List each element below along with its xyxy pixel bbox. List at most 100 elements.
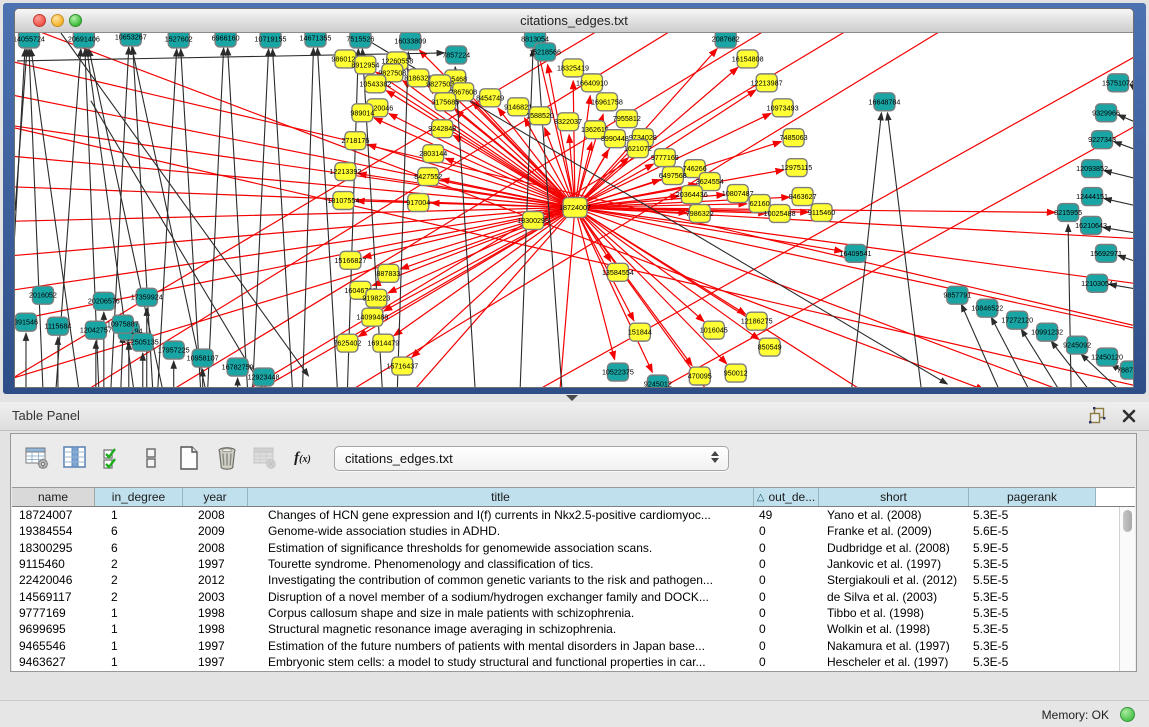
table-selector-dropdown[interactable]: citations_edges.txt: [334, 446, 729, 471]
cell-short[interactable]: de Silva et al. (2003): [819, 589, 969, 605]
cell-year[interactable]: 2008: [183, 540, 248, 556]
graph-node[interactable]: 917004: [406, 194, 430, 212]
cell-year[interactable]: 1997: [183, 638, 248, 654]
cell-name[interactable]: 18300295: [12, 540, 95, 556]
graph-node[interactable]: 2087682: [712, 33, 740, 48]
cell-name[interactable]: 9463627: [12, 654, 95, 670]
cell-out_de[interactable]: 0: [754, 540, 819, 556]
graph-node[interactable]: 1621072: [624, 140, 652, 158]
cell-pagerank[interactable]: 5.3E-5: [969, 654, 1096, 670]
graph-node[interactable]: 14099489: [356, 308, 388, 326]
cell-title[interactable]: Investigating the contribution of common…: [248, 572, 754, 588]
cell-in_degree[interactable]: 1: [95, 621, 183, 637]
cell-name[interactable]: 19384554: [12, 523, 95, 539]
cell-out_de[interactable]: 0: [754, 621, 819, 637]
table-columns-icon[interactable]: [61, 445, 88, 472]
cell-title[interactable]: Structural magnetic resonance image aver…: [248, 621, 754, 637]
graph-node[interactable]: 9463627: [789, 188, 817, 206]
graph-node[interactable]: 20691406: [68, 33, 100, 48]
graph-node[interactable]: 8912954: [351, 56, 379, 74]
graph-node[interactable]: 8322037: [554, 113, 582, 131]
graph-node[interactable]: 16914479: [367, 334, 399, 352]
cell-year[interactable]: 1997: [183, 556, 248, 572]
graph-node[interactable]: 12186275: [741, 312, 773, 330]
cell-year[interactable]: 2008: [183, 507, 248, 523]
table-row[interactable]: 946362711997Embryonic stem cells: a mode…: [12, 654, 1119, 670]
graph-node[interactable]: 2016052: [29, 286, 57, 304]
graph-node[interactable]: 15166827: [334, 251, 366, 269]
graph-node[interactable]: 9329966: [1092, 104, 1120, 122]
graph-node[interactable]: 8454749: [476, 89, 504, 107]
cell-year[interactable]: 1997: [183, 654, 248, 670]
graph-node[interactable]: 7625402: [333, 334, 361, 352]
cell-in_degree[interactable]: 1: [95, 507, 183, 523]
graph-node[interactable]: 7887223: [1117, 361, 1133, 379]
cell-name[interactable]: 14569117: [12, 589, 95, 605]
table-row[interactable]: 1938455462009Genome-wide association stu…: [12, 523, 1119, 539]
graph-node[interactable]: 16961758: [591, 93, 623, 111]
graph-node[interactable]: 15692971: [1090, 244, 1122, 262]
cell-out_de[interactable]: 0: [754, 556, 819, 572]
graph-node[interactable]: 7986322: [686, 205, 714, 223]
table-row[interactable]: 1872400712008Changes of HCN gene express…: [12, 507, 1119, 523]
cell-name[interactable]: 9465546: [12, 638, 95, 654]
cell-pagerank[interactable]: 5.9E-5: [969, 540, 1096, 556]
network-window-titlebar[interactable]: citations_edges.txt: [15, 9, 1133, 33]
table-row[interactable]: 1456911722003Disruption of a novel membe…: [12, 589, 1119, 605]
cell-pagerank[interactable]: 5.5E-5: [969, 572, 1096, 588]
graph-node[interactable]: 18107554: [327, 192, 359, 210]
checklist-icon[interactable]: [99, 445, 126, 472]
cell-title[interactable]: Corpus callosum shape and size in male p…: [248, 605, 754, 621]
graph-node[interactable]: 7515526: [346, 33, 374, 48]
trash-icon[interactable]: [213, 445, 240, 472]
cell-short[interactable]: Nakamura et al. (1997): [819, 638, 969, 654]
header-cell-short[interactable]: short: [819, 488, 969, 506]
graph-node[interactable]: 10846522: [971, 299, 1003, 317]
table-row[interactable]: 969969511998Structural magnetic resonanc…: [12, 621, 1119, 637]
graph-node[interactable]: 12450120: [1091, 348, 1123, 366]
graph-node[interactable]: 12213392: [329, 163, 361, 181]
table-row[interactable]: 977716911998Corpus callosum shape and si…: [12, 605, 1119, 621]
cell-out_de[interactable]: 49: [754, 507, 819, 523]
graph-node[interactable]: 17272120: [1001, 311, 1033, 329]
graph-node[interactable]: 1016045: [700, 321, 728, 339]
graph-node[interactable]: 16210643: [1075, 216, 1107, 234]
cell-title[interactable]: Estimation of significance thresholds fo…: [248, 540, 754, 556]
cell-pagerank[interactable]: 5.3E-5: [969, 507, 1096, 523]
graph-node[interactable]: 9245092: [1063, 336, 1091, 354]
graph-node[interactable]: 2803144: [419, 145, 447, 163]
cell-in_degree[interactable]: 6: [95, 523, 183, 539]
table-row[interactable]: 1830029562008Estimation of significance …: [12, 540, 1119, 556]
cell-short[interactable]: Yano et al. (2008): [819, 507, 969, 523]
graph-node[interactable]: 9777169: [651, 149, 679, 167]
graph-node[interactable]: 12444151: [1076, 188, 1108, 206]
hub-node[interactable]: 18724007: [559, 198, 591, 218]
citation-network-graph[interactable]: 1405572420691406106532671527602696616010…: [15, 33, 1133, 387]
cell-title[interactable]: Genome-wide association studies in ADHD.: [248, 523, 754, 539]
cell-short[interactable]: Hescheler et al. (1997): [819, 654, 969, 670]
cell-name[interactable]: 22420046: [12, 572, 95, 588]
cell-year[interactable]: 2012: [183, 572, 248, 588]
float-panel-icon[interactable]: [1089, 407, 1106, 424]
cell-name[interactable]: 9699695: [12, 621, 95, 637]
graph-node[interactable]: 16648784: [868, 93, 900, 111]
cell-out_de[interactable]: 0: [754, 654, 819, 670]
header-cell-in_degree[interactable]: in_degree: [95, 488, 183, 506]
table-row[interactable]: 2242004622012Investigating the contribut…: [12, 572, 1119, 588]
cell-out_de[interactable]: 0: [754, 523, 819, 539]
splitter-grip-icon[interactable]: [566, 395, 578, 401]
graph-node[interactable]: 14671355: [299, 33, 331, 47]
cell-title[interactable]: Estimation of the future numbers of pati…: [248, 638, 754, 654]
graph-node[interactable]: 887833: [376, 264, 400, 282]
cell-year[interactable]: 1998: [183, 621, 248, 637]
header-cell-name[interactable]: name: [12, 488, 95, 506]
new-document-icon[interactable]: [175, 445, 202, 472]
graph-node[interactable]: 14055724: [15, 33, 45, 48]
graph-node[interactable]: 2718176: [341, 132, 369, 150]
table-row[interactable]: 946554611997Estimation of the future num…: [12, 638, 1119, 654]
cell-short[interactable]: Jankovic et al. (1997): [819, 556, 969, 572]
graph-node[interactable]: 9198223: [362, 289, 390, 307]
cell-year[interactable]: 1998: [183, 605, 248, 621]
cell-out_de[interactable]: 0: [754, 605, 819, 621]
graph-node[interactable]: 9242848: [428, 120, 456, 138]
